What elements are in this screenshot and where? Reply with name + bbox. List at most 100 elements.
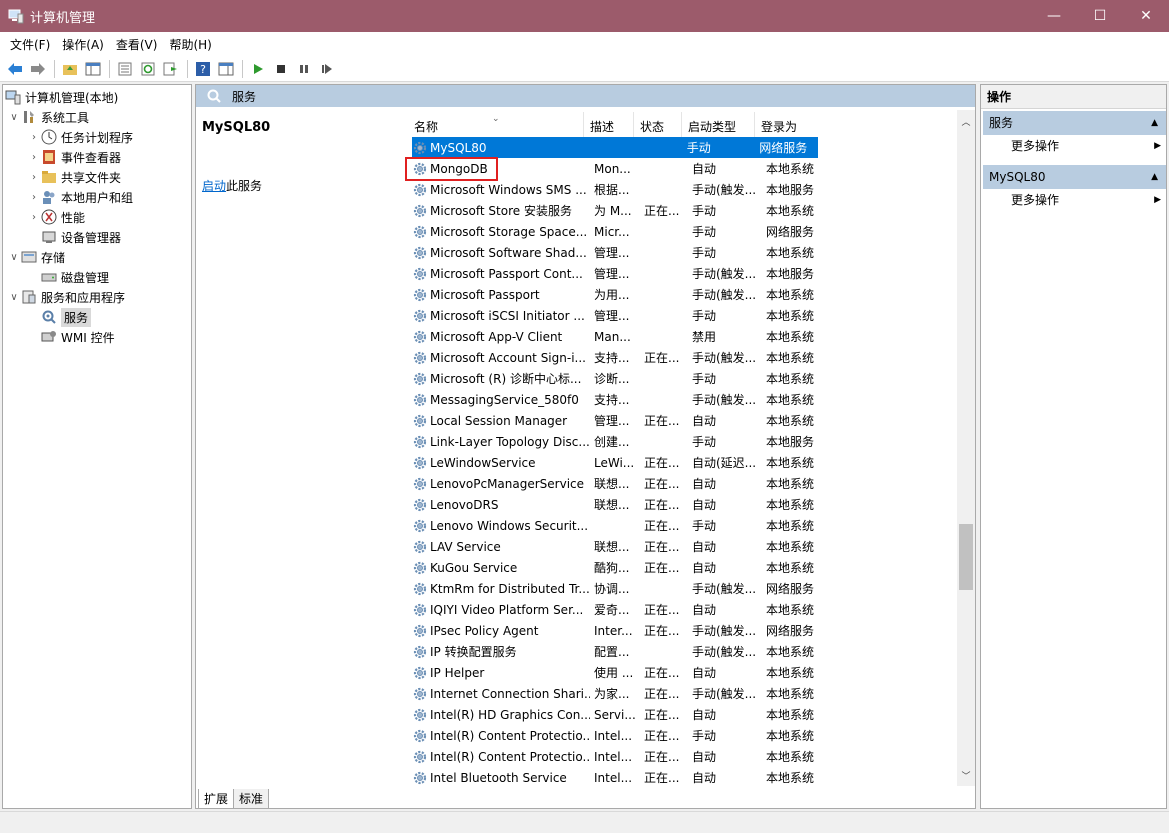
menu-view[interactable]: 查看(V) <box>110 36 164 53</box>
tree-item-event-viewer[interactable]: › 事件查看器 <box>27 147 121 167</box>
chevron-down-icon[interactable]: ∨ <box>7 252 21 263</box>
service-description: 管理... <box>594 246 630 260</box>
menu-file[interactable]: 文件(F) <box>4 36 56 53</box>
tab-extended[interactable]: 扩展 <box>198 789 235 809</box>
service-row[interactable]: Microsoft Storage Space... Micr... 手动 网络服务 <box>412 221 826 242</box>
service-row[interactable]: LenovoDRS 联想... 正在... 自动 本地系统 <box>412 494 826 515</box>
tree-item-performance[interactable]: › 性能 <box>27 207 85 227</box>
service-row[interactable]: LAV Service 联想... 正在... 自动 本地系统 <box>412 536 826 557</box>
column-header-status[interactable]: 状态 <box>634 112 682 137</box>
service-logon-as: 本地系统 <box>766 750 815 764</box>
service-status: 正在... <box>644 477 680 491</box>
service-name: Internet Connection Shari... <box>430 686 590 701</box>
chevron-down-icon[interactable]: ∨ <box>7 112 21 123</box>
service-row[interactable]: IQIYI Video Platform Ser... 爱奇... 正在... 自动 本… <box>412 599 826 620</box>
properties-icon[interactable] <box>114 58 136 80</box>
service-row[interactable]: KuGou Service 酷狗... 正在... 自动 本地系统 <box>412 557 826 578</box>
service-status: 正在... <box>644 624 680 638</box>
column-header-description[interactable]: 描述 <box>584 112 634 137</box>
service-row[interactable]: IP Helper 使用 ... 正在... 自动 本地系统 <box>412 662 826 683</box>
service-row[interactable]: MySQL80 手动 网络服务 <box>412 137 818 158</box>
chevron-right-icon[interactable]: › <box>27 172 41 183</box>
scroll-up-arrow-icon[interactable]: ︿ <box>957 112 975 130</box>
tree-item-computer-management[interactable]: 计算机管理(本地) <box>5 87 118 107</box>
tree-item-task-scheduler[interactable]: › 任务计划程序 <box>27 127 133 147</box>
service-row[interactable]: Link-Layer Topology Disc... 创建... 手动 本地服务 <box>412 431 826 452</box>
service-row[interactable]: Intel(R) HD Graphics Con... Servi... 正在...… <box>412 704 826 725</box>
maximize-button[interactable]: ☐ <box>1077 0 1123 32</box>
collapse-up-icon[interactable]: ▲ <box>1151 165 1158 189</box>
service-gear-icon <box>412 140 428 156</box>
tree-item-shared-folders[interactable]: › 共享文件夹 <box>27 167 121 187</box>
more-actions-services[interactable]: 更多操作 ▶ <box>1011 135 1161 157</box>
refresh-icon[interactable] <box>137 58 159 80</box>
stop-service-icon[interactable] <box>270 58 292 80</box>
service-row[interactable]: Microsoft (R) 诊断中心标... 诊断... 手动 本地系统 <box>412 368 826 389</box>
pause-service-icon[interactable] <box>293 58 315 80</box>
chevron-right-icon[interactable]: › <box>27 132 41 143</box>
show-hide-action-pane-icon[interactable] <box>215 58 237 80</box>
service-row[interactable]: Microsoft App-V Client Man... 禁用 本地系统 <box>412 326 826 347</box>
tab-standard[interactable]: 标准 <box>233 789 270 809</box>
service-row[interactable]: Intel(R) Content Protectio... Intel... 正在.… <box>412 725 826 746</box>
column-header-logon-as[interactable]: 登录为 <box>755 112 815 137</box>
service-row[interactable]: Internet Connection Shari... 为家... 正在... 手动… <box>412 683 826 704</box>
forward-arrow-icon[interactable] <box>27 58 49 80</box>
service-row[interactable]: Microsoft Account Sign-i... 支持... 正在... 手动(… <box>412 347 826 368</box>
collapse-up-icon[interactable]: ▲ <box>1151 111 1158 135</box>
service-row[interactable]: MessagingService_580f0 支持... 手动(触发... 本地系统 <box>412 389 826 410</box>
tree-item-system-tools[interactable]: ∨ 系统工具 <box>7 107 89 127</box>
export-list-icon[interactable] <box>160 58 182 80</box>
restart-service-icon[interactable] <box>316 58 338 80</box>
service-logon-as: 本地系统 <box>766 519 815 533</box>
chevron-right-icon[interactable]: › <box>27 192 41 203</box>
chevron-right-icon[interactable]: › <box>27 152 41 163</box>
actions-section-services[interactable]: 服务 ▲ <box>983 111 1166 135</box>
service-status: 正在... <box>644 204 680 218</box>
service-row[interactable]: Microsoft Store 安装服务 为 M... 正在... 手动 本地系统 <box>412 200 826 221</box>
service-row[interactable]: Intel(R) Content Protectio... Intel... 正在.… <box>412 746 826 767</box>
service-startup-type: 自动 <box>692 540 717 554</box>
service-row[interactable]: Microsoft Passport Cont... 管理... 手动(触发... 本… <box>412 263 826 284</box>
tree-item-services-and-applications[interactable]: ∨ 服务和应用程序 <box>7 287 125 307</box>
service-row[interactable]: LeWindowService LeWi... 正在... 自动(延迟... 本地系统 <box>412 452 826 473</box>
actions-section-mysql80[interactable]: MySQL80 ▲ <box>983 165 1166 189</box>
column-header-name[interactable]: 名称 ⌄ <box>408 112 584 137</box>
chevron-down-icon[interactable]: ∨ <box>7 292 21 303</box>
tree-item-wmi-control[interactable]: WMI 控件 <box>41 327 115 347</box>
tree-item-services[interactable]: 服务 <box>41 307 92 327</box>
chevron-right-icon[interactable]: › <box>27 212 41 223</box>
show-hide-tree-icon[interactable] <box>82 58 104 80</box>
service-row[interactable]: Microsoft Windows SMS ... 根据... 手动(触发... 本地… <box>412 179 826 200</box>
start-service-link[interactable]: 启动 <box>202 179 226 193</box>
service-row[interactable]: Lenovo Windows Securit... 正在... 手动 本地系统 <box>412 515 826 536</box>
tree-item-local-users-groups[interactable]: › 本地用户和组 <box>27 187 133 207</box>
service-row[interactable]: Microsoft Software Shad... 管理... 手动 本地系统 <box>412 242 826 263</box>
scrollbar-thumb[interactable] <box>959 524 973 590</box>
help-icon[interactable]: ? <box>192 58 214 80</box>
tree-item-disk-management[interactable]: 磁盘管理 <box>41 267 109 287</box>
start-service-icon[interactable] <box>247 58 269 80</box>
service-row[interactable]: LenovoPcManagerService 联想... 正在... 自动 本地系统 <box>412 473 826 494</box>
close-button[interactable]: ✕ <box>1123 0 1169 32</box>
menu-action[interactable]: 操作(A) <box>56 36 110 53</box>
more-actions-mysql80[interactable]: 更多操作 ▶ <box>1011 189 1161 211</box>
menu-help[interactable]: 帮助(H) <box>163 36 217 53</box>
service-row[interactable]: Microsoft iSCSI Initiator ... 管理... 手动 本地系统 <box>412 305 826 326</box>
tree-item-device-manager[interactable]: 设备管理器 <box>41 227 121 247</box>
scroll-down-arrow-icon[interactable]: ﹀ <box>957 766 975 784</box>
tree-label: 服务和应用程序 <box>41 290 126 305</box>
up-folder-icon[interactable] <box>59 58 81 80</box>
service-row[interactable]: Intel Bluetooth Service Intel... 正在... 自动 本地… <box>412 767 826 787</box>
service-row[interactable]: Microsoft Passport 为用... 手动(触发... 本地系统 <box>412 284 826 305</box>
tree-item-storage[interactable]: ∨ 存储 <box>7 247 65 267</box>
service-row[interactable]: KtmRm for Distributed Tr... 协调... 手动(触发...… <box>412 578 826 599</box>
service-row[interactable]: IPsec Policy Agent Inter... 正在... 手动(触发... 网… <box>412 620 826 641</box>
list-scrollbar[interactable]: ︿ ﹀ <box>957 110 975 786</box>
service-startup-type: 手动(触发... <box>692 393 757 407</box>
back-arrow-icon[interactable] <box>4 58 26 80</box>
service-row[interactable]: IP 转换配置服务 配置... 手动(触发... 本地系统 <box>412 641 826 662</box>
minimize-button[interactable]: — <box>1031 0 1077 32</box>
column-header-startup-type[interactable]: 启动类型 <box>682 112 755 137</box>
service-row[interactable]: Local Session Manager 管理... 正在... 自动 本地系统 <box>412 410 826 431</box>
